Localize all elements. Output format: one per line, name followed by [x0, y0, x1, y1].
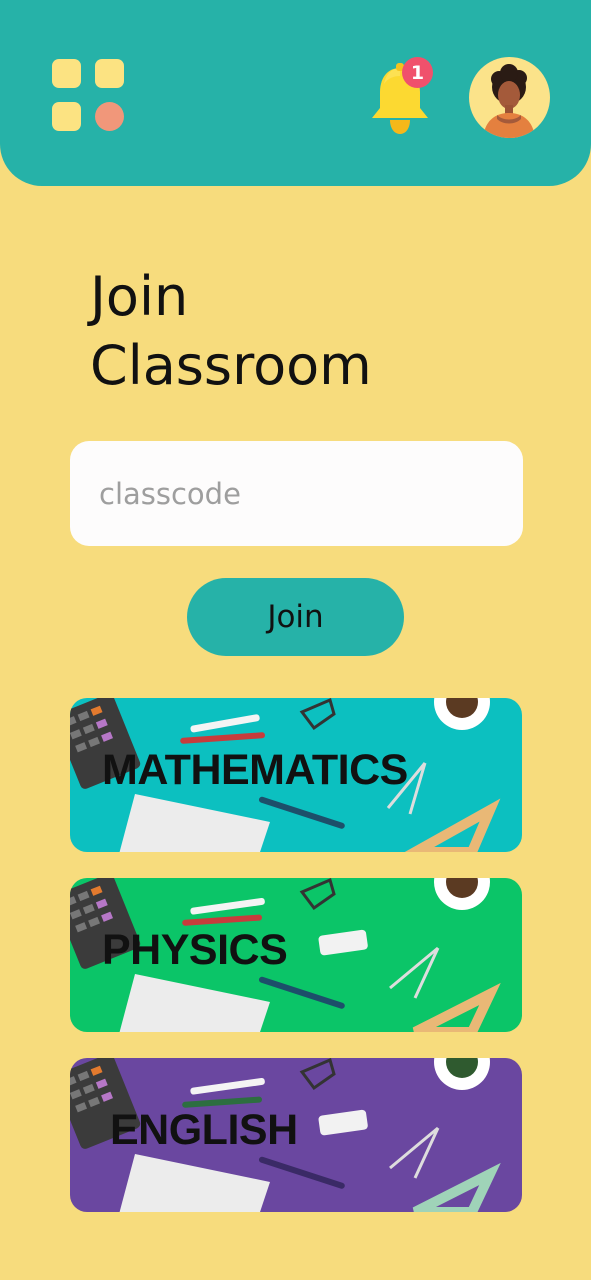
subject-label: PHYSICS — [102, 926, 288, 974]
subject-card-mathematics[interactable]: MATHEMATICS — [70, 698, 522, 852]
subject-label: ENGLISH — [110, 1106, 298, 1154]
page-title: Join Classroom — [90, 262, 510, 400]
subject-card-physics[interactable]: PHYSICS — [70, 878, 522, 1032]
classcode-input[interactable] — [70, 441, 523, 546]
grid-menu-icon[interactable] — [52, 59, 124, 131]
subject-card-english[interactable]: ENGLISH — [70, 1058, 522, 1212]
notification-badge: 1 — [402, 57, 433, 88]
title-line-2: Classroom — [90, 334, 372, 397]
subject-label: MATHEMATICS — [102, 746, 408, 794]
title-line-1: Join — [90, 265, 189, 328]
top-app-bar: 1 — [0, 0, 591, 186]
user-avatar[interactable] — [469, 57, 550, 138]
join-button[interactable]: Join — [187, 578, 404, 656]
